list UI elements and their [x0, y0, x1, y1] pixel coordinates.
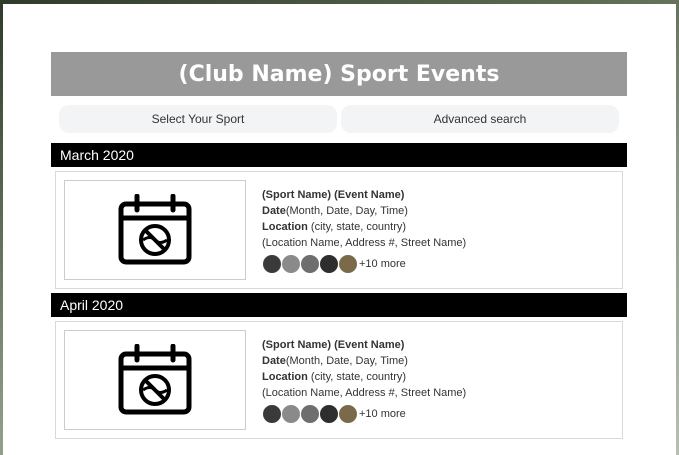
avatar — [281, 403, 301, 424]
avatar — [319, 403, 339, 424]
event-details: (Sport Name) (Event Name) Date(Month, Da… — [262, 187, 466, 274]
avatar — [338, 403, 358, 424]
calendar-ball-icon — [118, 194, 192, 265]
month-header: March 2020 — [51, 143, 627, 167]
event-thumbnail — [64, 180, 246, 280]
location-value: (city, state, country) — [307, 220, 407, 233]
attendee-list[interactable]: +10 more — [262, 253, 466, 274]
date-label: Date — [262, 354, 286, 367]
avatar — [300, 403, 320, 424]
avatar — [281, 253, 301, 274]
event-card[interactable]: (Sport Name) (Event Name) Date(Month, Da… — [55, 171, 623, 289]
page-title-bar: (Club Name) Sport Events — [51, 52, 627, 96]
page-title: (Club Name) Sport Events — [178, 61, 500, 87]
month-section: March 2020 (Sport Name) (Event Name) Dat… — [51, 143, 627, 293]
month-label: April 2020 — [60, 297, 124, 313]
date-value: (Month, Date, Day, Time) — [285, 354, 408, 367]
more-attendees-count: +10 more — [359, 407, 406, 420]
month-section: April 2020 (Sport Name) (Event Name) Dat… — [51, 293, 627, 443]
date-value: (Month, Date, Day, Time) — [285, 204, 408, 217]
more-attendees-count: +10 more — [359, 257, 406, 270]
location-value: (city, state, country) — [307, 370, 407, 383]
attendee-list[interactable]: +10 more — [262, 403, 466, 424]
avatar — [338, 253, 358, 274]
location-label: Location — [262, 220, 308, 233]
location-label: Location — [262, 370, 308, 383]
calendar-ball-icon — [118, 344, 192, 415]
events-container: (Club Name) Sport Events Select Your Spo… — [51, 52, 627, 443]
toolbar: Select Your Sport Advanced search — [51, 96, 627, 133]
event-thumbnail — [64, 330, 246, 430]
date-label: Date — [262, 204, 286, 217]
avatar — [300, 253, 320, 274]
event-title: (Sport Name) (Event Name) — [262, 188, 405, 201]
event-details: (Sport Name) (Event Name) Date(Month, Da… — [262, 337, 466, 424]
event-address: (Location Name, Address #, Street Name) — [262, 386, 467, 399]
page-card: (Club Name) Sport Events Select Your Spo… — [3, 4, 676, 455]
event-title: (Sport Name) (Event Name) — [262, 338, 405, 351]
select-sport-button[interactable]: Select Your Sport — [59, 105, 337, 133]
month-label: March 2020 — [60, 147, 134, 163]
avatar — [319, 253, 339, 274]
avatar — [262, 403, 282, 424]
event-list: (Sport Name) (Event Name) Date(Month, Da… — [51, 167, 627, 293]
event-address: (Location Name, Address #, Street Name) — [262, 236, 467, 249]
month-header: April 2020 — [51, 293, 627, 317]
avatar — [262, 253, 282, 274]
event-list: (Sport Name) (Event Name) Date(Month, Da… — [51, 317, 627, 443]
event-card[interactable]: (Sport Name) (Event Name) Date(Month, Da… — [55, 321, 623, 439]
advanced-search-button[interactable]: Advanced search — [341, 105, 619, 133]
